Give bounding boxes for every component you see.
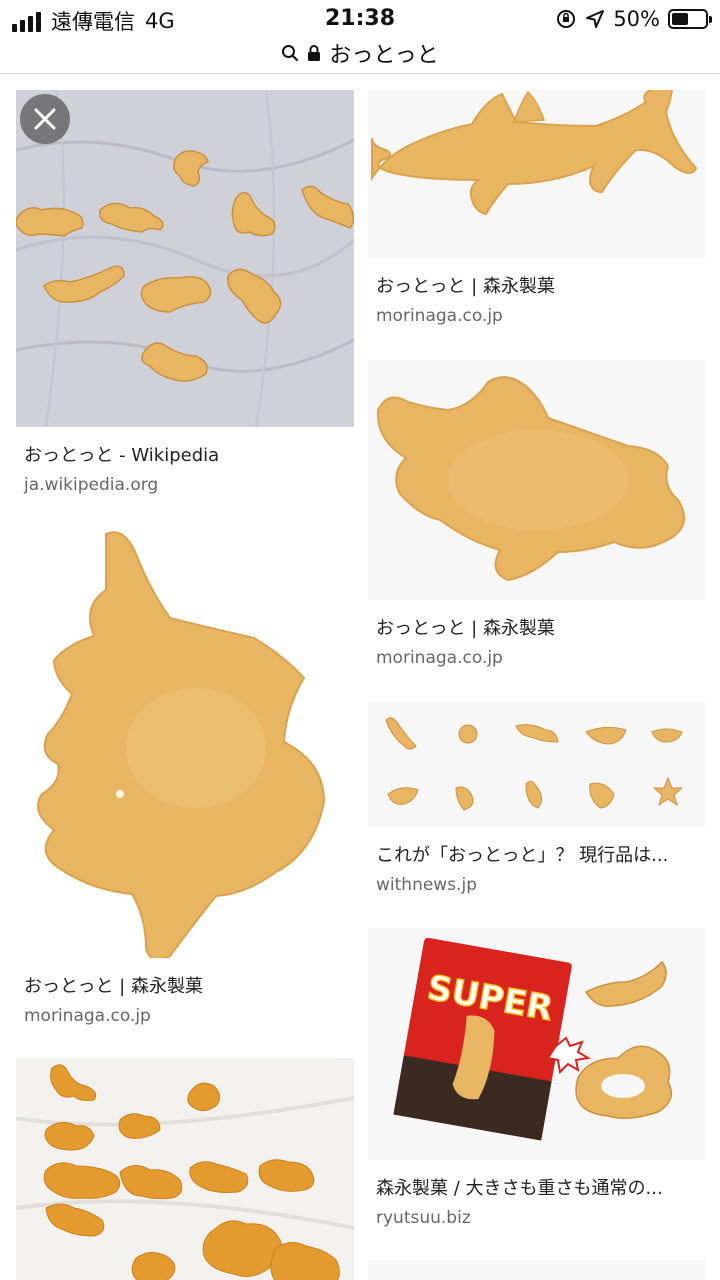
orientation-lock-icon — [557, 10, 576, 28]
result-card[interactable]: おっとっと | 森永製菓 morinaga.co.jp — [16, 528, 354, 1026]
close-button[interactable] — [20, 94, 70, 144]
result-caption[interactable]: 森永製菓 / 大きさも重さも通常の... — [376, 1174, 696, 1200]
result-image[interactable] — [16, 90, 354, 427]
result-image[interactable] — [16, 1058, 354, 1280]
result-card[interactable] — [368, 1260, 705, 1280]
result-image[interactable] — [368, 1260, 705, 1280]
result-image[interactable] — [368, 90, 705, 258]
result-caption[interactable]: おっとっと | 森永製菓 — [24, 972, 344, 998]
url-bar[interactable]: おっとっと — [0, 32, 720, 74]
battery-percent: 50% — [613, 7, 660, 31]
result-card[interactable]: おっとっと - Wikipedia ja.wikipedia.org — [16, 90, 354, 495]
result-card[interactable]: おっとっと | 森永製菓 morinaga.co.jp — [368, 360, 705, 668]
result-image[interactable] — [368, 702, 705, 827]
close-icon — [34, 108, 56, 130]
search-icon — [282, 44, 299, 61]
result-domain: morinaga.co.jp — [376, 306, 503, 326]
result-caption[interactable]: おっとっと | 森永製菓 — [376, 272, 696, 298]
result-caption[interactable]: おっとっと - Wikipedia — [24, 441, 344, 467]
result-caption[interactable]: おっとっと | 森永製菓 — [376, 614, 696, 640]
result-domain: ryutsuu.biz — [376, 1208, 471, 1228]
location-icon — [586, 10, 605, 28]
battery-icon — [668, 9, 712, 29]
status-right: 50% — [555, 7, 712, 31]
search-query: おっとっと — [329, 42, 439, 68]
result-image[interactable]: SUPER — [368, 928, 705, 1160]
result-domain: morinaga.co.jp — [24, 1006, 151, 1026]
result-image[interactable] — [16, 528, 354, 958]
result-card[interactable] — [16, 1058, 354, 1280]
result-card[interactable]: おっとっと | 森永製菓 morinaga.co.jp — [368, 90, 705, 326]
result-card[interactable]: SUPER 森永製菓 / 大きさも重さも通常の... ryutsuu.biz — [368, 928, 705, 1228]
result-domain: morinaga.co.jp — [376, 648, 503, 668]
lock-icon — [308, 44, 321, 61]
result-domain: ja.wikipedia.org — [24, 475, 159, 495]
result-card[interactable]: これが「おっとっと」？ 現行品は... withnews.jp — [368, 702, 705, 895]
result-caption[interactable]: これが「おっとっと」？ 現行品は... — [376, 841, 696, 867]
result-image[interactable] — [368, 360, 705, 600]
result-domain: withnews.jp — [376, 875, 477, 895]
